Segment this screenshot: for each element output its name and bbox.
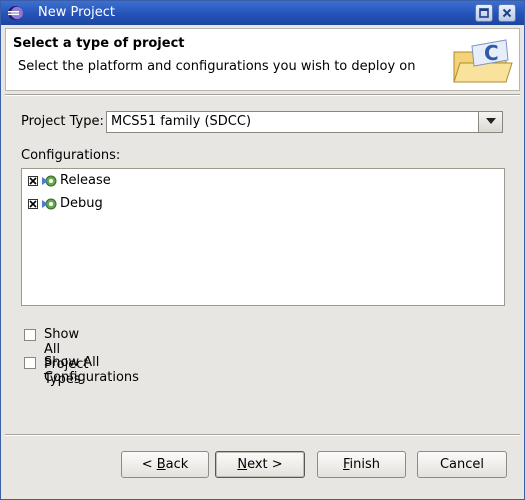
close-icon — [502, 8, 512, 18]
back-button[interactable]: < Back — [121, 451, 209, 478]
footer-separator — [5, 434, 520, 436]
wizard-description: Select the platform and configurations y… — [18, 59, 416, 74]
wizard-header: Select a type of project Select the plat… — [5, 28, 520, 91]
window-title: New Project — [38, 5, 115, 20]
new-project-dialog: New Project Select a type of project Sel… — [0, 0, 525, 500]
wizard-heading: Select a type of project — [13, 36, 185, 51]
configurations-label: Configurations: — [21, 148, 121, 163]
next-button[interactable]: Next > — [215, 451, 305, 478]
show-all-configurations-checkbox[interactable] — [24, 357, 36, 369]
maximize-icon — [479, 8, 489, 18]
show-all-configurations-label: Show All Configurations — [44, 355, 139, 385]
chevron-down-icon — [486, 118, 496, 124]
c-project-folder-icon: C — [453, 39, 513, 83]
configuration-gear-icon — [42, 175, 57, 187]
check-x-icon — [29, 200, 37, 208]
configurations-list[interactable]: Release Debug — [21, 168, 505, 306]
debug-checkbox[interactable] — [28, 199, 38, 209]
debug-label: Debug — [60, 196, 103, 211]
maximize-button[interactable] — [475, 4, 493, 22]
cancel-button[interactable]: Cancel — [417, 451, 507, 478]
project-type-dropdown-button[interactable] — [478, 112, 502, 132]
show-all-project-types-checkbox[interactable] — [24, 329, 36, 341]
svg-text:C: C — [484, 41, 499, 65]
check-x-icon — [29, 177, 37, 185]
release-label: Release — [60, 173, 111, 188]
title-bar[interactable]: New Project — [1, 1, 524, 25]
finish-button[interactable]: Finish — [317, 451, 406, 478]
project-type-value: MCS51 family (SDCC) — [111, 114, 252, 129]
close-button[interactable] — [498, 4, 516, 22]
header-separator — [5, 94, 520, 96]
project-type-label: Project Type: — [21, 114, 104, 129]
release-checkbox[interactable] — [28, 176, 38, 186]
configuration-gear-icon — [42, 198, 57, 210]
eclipse-icon — [8, 6, 23, 20]
project-type-select[interactable]: MCS51 family (SDCC) — [106, 111, 503, 133]
